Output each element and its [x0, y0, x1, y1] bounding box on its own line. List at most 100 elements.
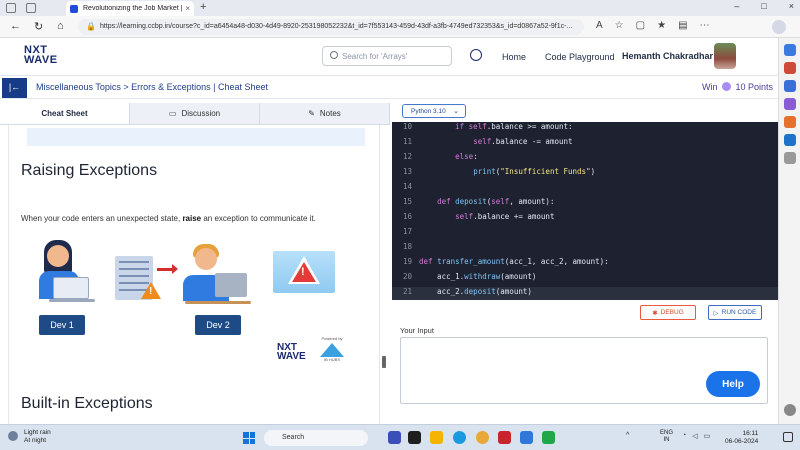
- settings-gear-icon[interactable]: [784, 404, 796, 416]
- battery-icon[interactable]: ▭: [704, 432, 711, 440]
- help-button[interactable]: Help: [706, 371, 760, 397]
- teams-icon[interactable]: [388, 431, 401, 444]
- add-sidebar-icon[interactable]: [784, 152, 796, 164]
- laptop-icon: [53, 277, 89, 299]
- cheat-sheet-content: Raising Exceptions When your code enters…: [8, 125, 380, 424]
- lock-icon[interactable]: 🔒: [86, 22, 96, 31]
- code-line[interactable]: 12 else:: [392, 152, 778, 167]
- laptop2-icon: [215, 273, 247, 297]
- content-tabs: Cheat Sheet ▭ Discussion ✎ Notes: [0, 103, 390, 125]
- workspaces-icon[interactable]: [6, 3, 16, 13]
- code-text: if self.balance >= amount:: [455, 122, 573, 131]
- code-line[interactable]: 13 print("Insufficient Funds"): [392, 167, 778, 182]
- code-line[interactable]: 11 self.balance -= amount: [392, 137, 778, 152]
- tab-discussion[interactable]: ▭ Discussion: [130, 103, 260, 124]
- breadcrumb: Miscellaneous Topics > Errors & Exceptio…: [36, 82, 269, 92]
- taskbar-search[interactable]: Search: [264, 430, 368, 446]
- weather-widget[interactable]: Light rain At night: [8, 429, 51, 445]
- code-editor[interactable]: 10 if self.balance >= amount: 11 self.bal…: [392, 122, 778, 300]
- code-line[interactable]: 10 if self.balance >= amount:: [392, 122, 778, 137]
- tray-chevron-icon[interactable]: ^: [626, 432, 629, 439]
- outlook-icon[interactable]: [784, 134, 796, 146]
- timer-icon[interactable]: [470, 49, 482, 61]
- code-text: def transfer_amount(acc_1, acc_2, amount…: [419, 257, 609, 266]
- shopping-icon[interactable]: [784, 62, 796, 74]
- tab-actions-icon[interactable]: [26, 3, 36, 13]
- code-line[interactable]: 15 def deposit(self, amount):: [392, 197, 778, 212]
- chevron-down-icon: ⌄: [453, 108, 459, 115]
- line-number: 20: [402, 272, 412, 281]
- browser-profile-icon[interactable]: [772, 20, 786, 34]
- store-icon[interactable]: [520, 431, 533, 444]
- code-text: self.balance -= amount: [473, 137, 573, 146]
- line-number: 14: [402, 182, 412, 191]
- refresh-icon[interactable]: ↻: [34, 20, 43, 33]
- nav-home[interactable]: Home: [502, 52, 526, 62]
- clock[interactable]: 16:11 06-06-2024: [725, 430, 758, 446]
- line-number: 15: [402, 197, 412, 206]
- code-line[interactable]: 18: [392, 242, 778, 257]
- dev2-head: [195, 248, 217, 270]
- tab-cheat-sheet[interactable]: Cheat Sheet: [0, 103, 130, 124]
- file-explorer-icon[interactable]: [430, 431, 443, 444]
- tab-strip-icons: [6, 3, 36, 13]
- avatar[interactable]: [714, 43, 736, 69]
- code-line[interactable]: 21 acc_2.deposit(amount): [392, 287, 778, 300]
- wifi-icon[interactable]: ◔: [682, 432, 686, 440]
- notification-icon[interactable]: [783, 432, 793, 442]
- new-tab-button[interactable]: +: [200, 1, 206, 13]
- edge-icon[interactable]: [453, 431, 466, 444]
- favorites-icon[interactable]: ★: [657, 20, 666, 31]
- code-line[interactable]: 20 acc_1.withdraw(amount): [392, 272, 778, 287]
- dev1-head: [47, 245, 69, 267]
- home-icon[interactable]: ⌂: [57, 20, 64, 32]
- more-menu-icon[interactable]: ⋯: [700, 20, 710, 31]
- search-sidebar-icon[interactable]: [784, 44, 796, 56]
- split-screen-icon[interactable]: ▢: [636, 20, 645, 31]
- back-arrow-icon[interactable]: ←: [10, 20, 21, 32]
- tab-notes[interactable]: ✎ Notes: [260, 103, 390, 124]
- office-icon[interactable]: [784, 116, 796, 128]
- language-select[interactable]: Python 3.10 ⌄: [402, 104, 466, 118]
- games-icon[interactable]: [784, 98, 796, 110]
- toggle-sidebar-icon[interactable]: |←: [2, 78, 27, 98]
- app-icon[interactable]: [542, 431, 555, 444]
- nav-code-playground[interactable]: Code Playground: [545, 52, 615, 62]
- code-line[interactable]: 16 self.balance += amount: [392, 212, 778, 227]
- task-view-icon[interactable]: [408, 431, 421, 444]
- read-aloud-icon[interactable]: A: [596, 20, 603, 31]
- panel-resize-handle[interactable]: [382, 356, 386, 368]
- debug-button[interactable]: ✱ DEBUG: [640, 305, 696, 320]
- windows-start-icon[interactable]: [243, 432, 255, 444]
- code-line[interactable]: 17: [392, 227, 778, 242]
- line-number: 16: [402, 212, 412, 221]
- arrow-right-icon: [157, 264, 178, 274]
- run-code-button[interactable]: ▷ RUN CODE: [708, 305, 762, 320]
- notes-icon: ✎: [308, 109, 315, 118]
- chrome-icon[interactable]: [476, 431, 489, 444]
- minimize-button[interactable]: –: [734, 1, 739, 11]
- user-name[interactable]: Hemanth Chakradhar: [622, 51, 713, 61]
- volume-icon[interactable]: ◁: [692, 432, 697, 440]
- close-window-button[interactable]: ×: [789, 1, 794, 11]
- collections-icon[interactable]: ▤: [678, 20, 687, 31]
- site-favicon-icon: [70, 4, 78, 13]
- input-language[interactable]: ENG IN: [660, 430, 673, 444]
- tools-icon[interactable]: [784, 80, 796, 92]
- browser-tab[interactable]: Revolutionizing the Job Market | ×: [66, 1, 194, 16]
- search-input[interactable]: Search for 'Arrays': [322, 46, 452, 66]
- screen: Revolutionizing the Job Market | × + – □…: [0, 0, 800, 450]
- maximize-button[interactable]: □: [761, 1, 766, 11]
- line-number: 21: [402, 287, 412, 296]
- url-input[interactable]: https://learning.ccbp.in/course?c_id=a64…: [78, 19, 584, 35]
- code-line[interactable]: 19 def transfer_amount(acc_1, acc_2, amou…: [392, 257, 778, 272]
- favorite-star-icon[interactable]: ☆: [615, 20, 624, 31]
- windows-taskbar: Light rain At night Search ^ ENG IN ◔ ◁ …: [0, 424, 800, 450]
- mcafee-icon[interactable]: [498, 431, 511, 444]
- close-tab-icon[interactable]: ×: [185, 4, 190, 13]
- code-editor-panel: Python 3.10 ⌄ 10 if self.balance >= amou…: [392, 100, 778, 424]
- nxtwave-logo[interactable]: NXT WAVE: [24, 45, 58, 66]
- code-line[interactable]: 14: [392, 182, 778, 197]
- line-number: 18: [402, 242, 412, 251]
- code-text: self.balance += amount: [455, 212, 555, 221]
